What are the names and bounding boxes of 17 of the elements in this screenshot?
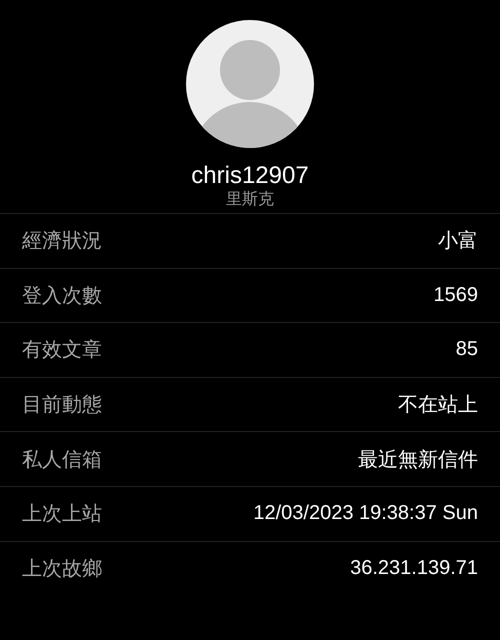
row-label: 目前動態 bbox=[22, 393, 102, 418]
row-value: 36.231.139.71 bbox=[350, 556, 478, 580]
row-label: 上次上站 bbox=[22, 502, 102, 528]
row-label: 有效文章 bbox=[22, 338, 102, 364]
row-value: 85 bbox=[456, 338, 478, 362]
row-value: 1569 bbox=[434, 284, 478, 307]
row-value: 最近無新信件 bbox=[358, 448, 478, 473]
row-label: 登入次數 bbox=[22, 284, 102, 309]
row-value: 12/03/2023 19:38:37 Sun bbox=[253, 502, 478, 526]
username: chris12907 bbox=[191, 162, 309, 190]
avatar-icon bbox=[186, 20, 314, 148]
row-label: 私人信箱 bbox=[22, 448, 102, 473]
row-label: 經濟狀況 bbox=[22, 229, 102, 254]
row-value: 不在站上 bbox=[398, 393, 478, 418]
row-label: 上次故鄉 bbox=[22, 556, 102, 582]
row-value: 小富 bbox=[438, 229, 478, 254]
nickname: 里斯克 bbox=[226, 190, 274, 210]
